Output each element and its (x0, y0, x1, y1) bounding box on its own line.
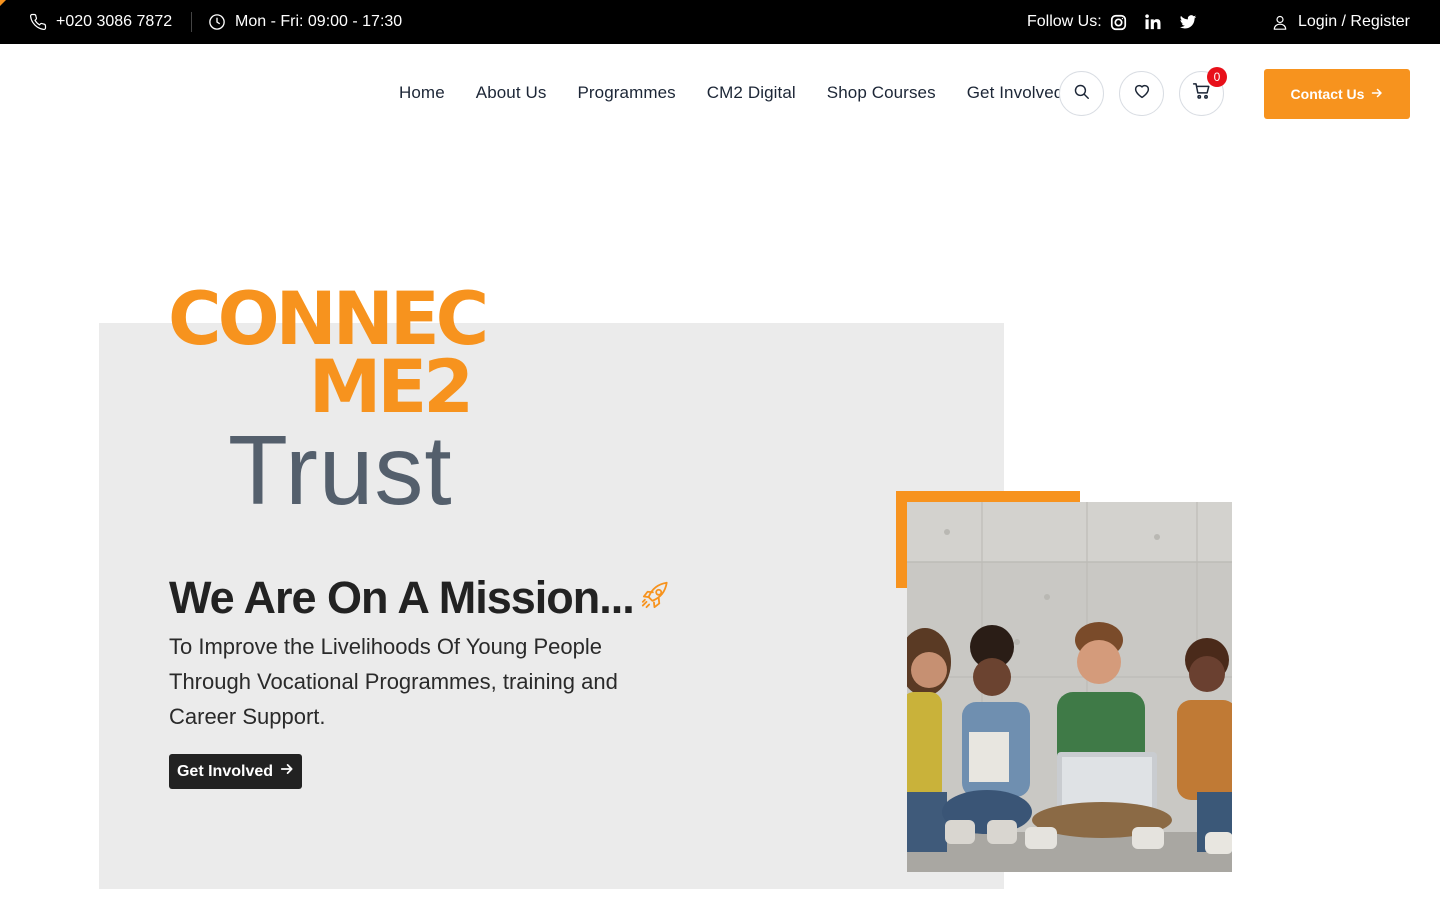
follow-us: Follow Us: (1027, 0, 1102, 44)
nav-item-home[interactable]: Home (399, 74, 445, 112)
nav-item-programmes[interactable]: Programmes (577, 74, 675, 112)
arrow-right-icon (280, 762, 294, 781)
rocket-icon (638, 570, 672, 626)
top-bar: +020 3086 7872 Mon - Fri: 09:00 - 17:30 … (0, 0, 1440, 44)
phone-number: +020 3086 7872 (56, 13, 173, 30)
opening-hours: Mon - Fri: 09:00 - 17:30 (208, 0, 402, 44)
login-register-link[interactable]: Login / Register (1272, 0, 1410, 44)
nav-item-get-involved[interactable]: Get Involved (967, 74, 1064, 112)
nav-item-about-us[interactable]: About Us (476, 74, 547, 112)
cart-icon (1192, 82, 1211, 105)
twitter-icon[interactable] (1178, 12, 1198, 32)
main-nav: Home About Us Programmes CM2 Digital Sho… (399, 74, 1063, 112)
heart-icon (1133, 82, 1151, 105)
logo-line-trust: Trust (228, 415, 453, 525)
cart-count-badge: 0 (1207, 67, 1227, 87)
contact-us-button[interactable]: Contact Us (1264, 69, 1410, 119)
hero-heading: We Are On A Mission... (169, 570, 672, 626)
nav-item-shop-courses[interactable]: Shop Courses (827, 74, 936, 112)
linkedin-icon[interactable] (1143, 12, 1163, 32)
get-involved-label: Get Involved (176, 762, 274, 780)
nav-item-cm2-digital[interactable]: CM2 Digital (707, 74, 796, 112)
hero-heading-text: We Are On A Mission... (169, 572, 635, 623)
hero-description: To Improve the Livelihoods Of Young Peop… (169, 634, 618, 729)
search-button[interactable] (1059, 71, 1104, 116)
follow-label: Follow Us: (1027, 13, 1102, 30)
clock-icon (208, 13, 226, 31)
arrow-right-icon (1371, 86, 1383, 102)
user-icon (1272, 14, 1288, 31)
phone-icon (29, 13, 47, 31)
search-icon (1073, 83, 1090, 105)
wishlist-button[interactable] (1119, 71, 1164, 116)
cart-button[interactable]: 0 (1179, 67, 1227, 116)
site-logo[interactable]: CONNEC ME2 Trust (165, 280, 489, 526)
phone-contact[interactable]: +020 3086 7872 (29, 0, 172, 44)
hero-photo (907, 502, 1232, 872)
corner-accent (0, 0, 6, 6)
contact-us-label: Contact Us (1290, 86, 1365, 102)
instagram-icon[interactable] (1108, 12, 1128, 32)
topbar-divider (191, 12, 192, 32)
get-involved-button[interactable]: Get Involved (169, 754, 302, 789)
hours-text: Mon - Fri: 09:00 - 17:30 (235, 13, 403, 30)
login-label: Login / Register (1297, 13, 1410, 30)
